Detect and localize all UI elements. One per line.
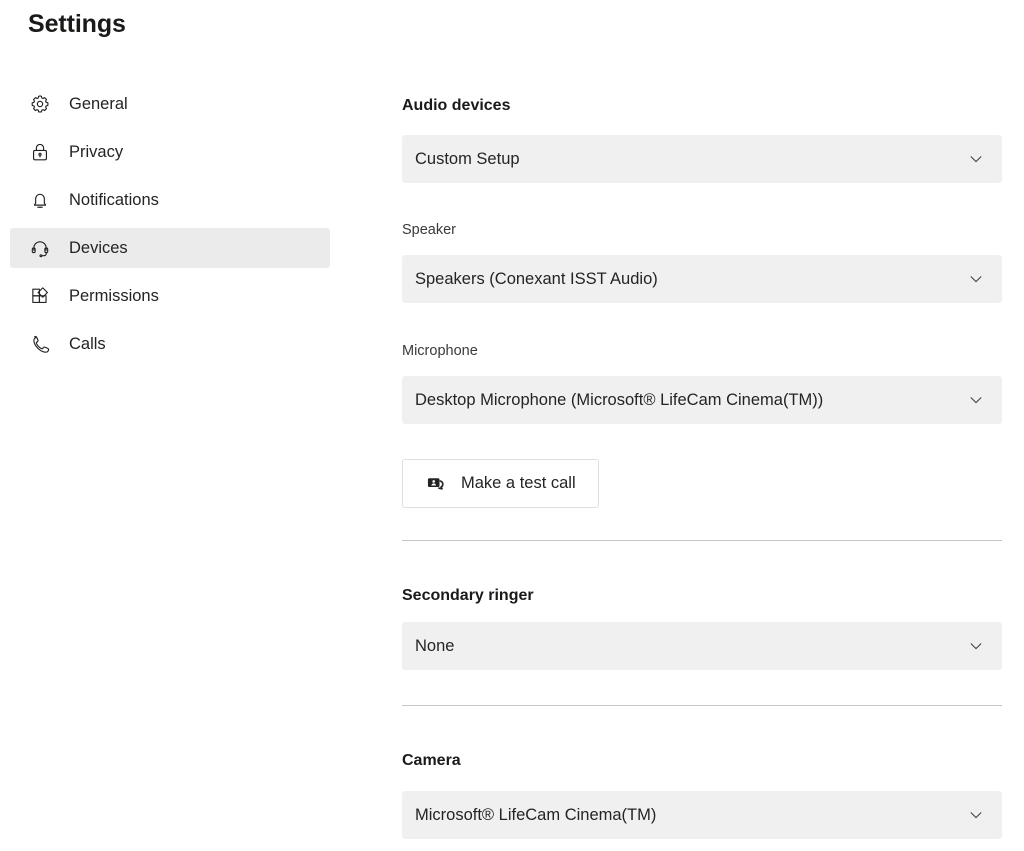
- sidebar-item-label: Permissions: [69, 287, 159, 305]
- secondary-ringer-dropdown[interactable]: None: [402, 622, 1002, 670]
- chevron-down-icon: [966, 149, 986, 169]
- sidebar-item-label: General: [69, 95, 128, 113]
- camera-heading: Camera: [402, 752, 461, 769]
- sidebar-item-label: Calls: [69, 335, 106, 353]
- sidebar-item-label: Privacy: [69, 143, 124, 161]
- speaker-value: Speakers (Conexant ISST Audio): [415, 269, 658, 288]
- sidebar-item-calls[interactable]: Calls: [10, 324, 330, 364]
- microphone-label: Microphone: [402, 343, 478, 359]
- section-divider: [402, 705, 1002, 706]
- audio-setup-dropdown[interactable]: Custom Setup: [402, 135, 1002, 183]
- make-test-call-button[interactable]: Make a test call: [402, 459, 599, 508]
- secondary-ringer-heading: Secondary ringer: [402, 587, 534, 604]
- app-grid-icon: [28, 284, 52, 308]
- speaker-label: Speaker: [402, 222, 457, 238]
- sidebar-item-privacy[interactable]: Privacy: [10, 132, 330, 172]
- section-divider: [402, 540, 1002, 541]
- chevron-down-icon: [966, 636, 986, 656]
- speaker-dropdown[interactable]: Speakers (Conexant ISST Audio): [402, 255, 1002, 303]
- camera-value: Microsoft® LifeCam Cinema(TM): [415, 805, 657, 824]
- make-test-call-label: Make a test call: [461, 474, 576, 492]
- lock-icon: [28, 140, 52, 164]
- microphone-dropdown[interactable]: Desktop Microphone (Microsoft® LifeCam C…: [402, 376, 1002, 424]
- bell-icon: [28, 188, 52, 212]
- phone-icon: [28, 332, 52, 356]
- video-call-icon: [425, 473, 447, 495]
- sidebar-item-devices[interactable]: Devices: [10, 228, 330, 268]
- camera-dropdown[interactable]: Microsoft® LifeCam Cinema(TM): [402, 791, 1002, 839]
- microphone-value: Desktop Microphone (Microsoft® LifeCam C…: [415, 390, 824, 409]
- headset-icon: [28, 236, 52, 260]
- page-title: Settings: [28, 10, 126, 38]
- sidebar-item-general[interactable]: General: [10, 84, 330, 124]
- audio-setup-value: Custom Setup: [415, 149, 520, 168]
- settings-sidebar: General Privacy Notifications Devices Pe…: [0, 84, 340, 372]
- audio-devices-heading: Audio devices: [402, 97, 511, 114]
- sidebar-item-label: Notifications: [69, 191, 159, 209]
- chevron-down-icon: [966, 390, 986, 410]
- gear-icon: [28, 92, 52, 116]
- sidebar-item-label: Devices: [69, 239, 128, 257]
- sidebar-item-notifications[interactable]: Notifications: [10, 180, 330, 220]
- secondary-ringer-value: None: [415, 636, 455, 655]
- sidebar-item-permissions[interactable]: Permissions: [10, 276, 330, 316]
- chevron-down-icon: [966, 269, 986, 289]
- chevron-down-icon: [966, 805, 986, 825]
